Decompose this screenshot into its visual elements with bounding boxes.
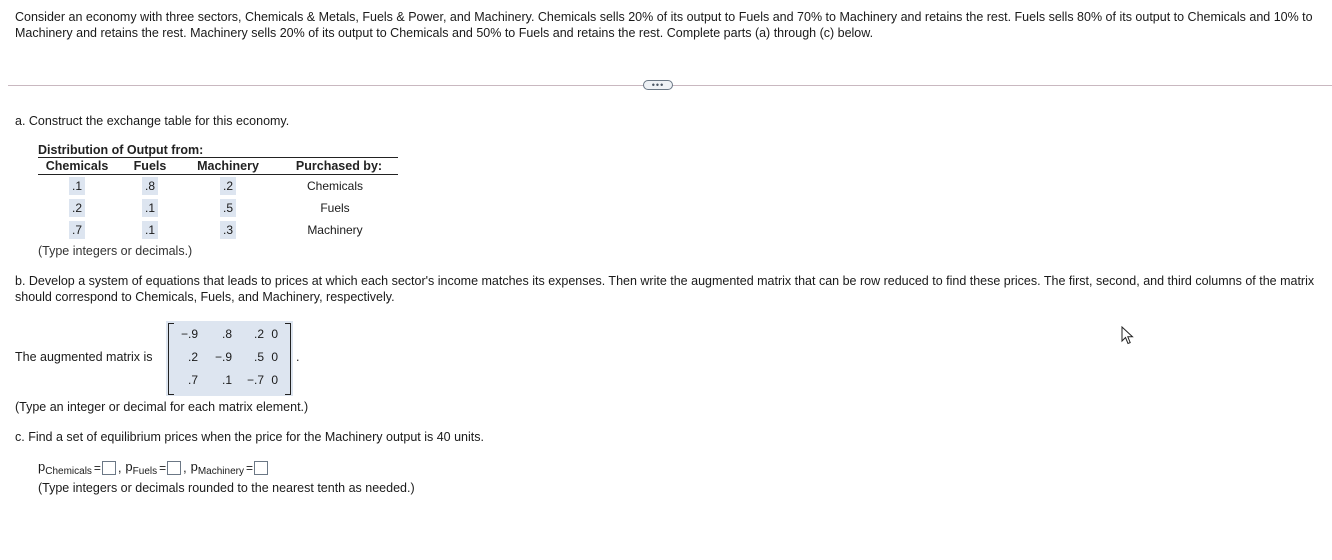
answer-cell[interactable]: .8: [141, 177, 158, 195]
purchased-by-label: Fuels: [320, 201, 350, 215]
answer-cell[interactable]: .3: [219, 221, 236, 239]
answer-cell[interactable]: .2: [68, 199, 85, 217]
matrix-row: .7 .1 −.7 0: [176, 373, 282, 389]
price-fuels-label: pFuels: [125, 459, 158, 477]
matrix-cell[interactable]: .2: [236, 327, 264, 341]
matrix-cell[interactable]: .5: [236, 350, 264, 364]
part-b-prompt: b. Develop a system of equations that le…: [15, 274, 1315, 304]
answer-cell[interactable]: .5: [219, 199, 236, 217]
right-bracket: [285, 323, 291, 395]
augmented-matrix-label: The augmented matrix is: [15, 350, 153, 364]
matrix-cell[interactable]: .1: [206, 373, 232, 387]
matrix-row: −.9 .8 .2 0: [176, 327, 282, 343]
price-answers: pChemicals = , pFuels = , pMachinery =: [38, 459, 268, 477]
matrix-cell[interactable]: .7: [176, 373, 198, 387]
header-purchased-by: Purchased by:: [272, 157, 398, 175]
header-machinery: Machinery: [184, 157, 272, 175]
answer-cell[interactable]: .1: [141, 199, 158, 217]
price-machinery-label: pMachinery: [190, 459, 244, 477]
problem-statement: Consider an economy with three sectors, …: [15, 10, 1313, 40]
price-fuels-input[interactable]: [167, 461, 182, 475]
matrix-cell[interactable]: 0: [268, 350, 278, 364]
answer-cell[interactable]: .1: [68, 177, 85, 195]
purchased-by-label: Chemicals: [306, 179, 363, 193]
equals-sign: =: [245, 461, 253, 475]
expand-more-button[interactable]: •••: [643, 80, 673, 90]
matrix-row: .2 −.9 .5 0: [176, 350, 282, 366]
matrix-cell[interactable]: .2: [176, 350, 198, 364]
price-machinery-input[interactable]: [254, 461, 268, 475]
matrix-period: .: [296, 350, 300, 364]
matrix-cell[interactable]: −.9: [206, 350, 232, 364]
part-a-hint: (Type integers or decimals.): [38, 244, 193, 258]
exchange-table: Distribution of Output from: Chemicals F…: [38, 143, 398, 241]
purchased-by-label: Machinery: [307, 223, 363, 237]
part-a-prompt: a. Construct the exchange table for this…: [15, 114, 290, 128]
answer-cell[interactable]: .1: [141, 221, 158, 239]
equals-sign: =: [93, 461, 101, 475]
part-c-hint: (Type integers or decimals rounded to th…: [38, 481, 415, 495]
header-fuels: Fuels: [116, 157, 184, 175]
equals-sign: =: [159, 461, 167, 475]
table-row: .2 .1 .5 Fuels: [38, 197, 398, 219]
mouse-pointer-icon: [1121, 325, 1135, 349]
matrix-cell[interactable]: .8: [206, 327, 232, 341]
price-chemicals-input[interactable]: [101, 461, 116, 475]
part-b-hint: (Type an integer or decimal for each mat…: [15, 400, 309, 414]
matrix-cell[interactable]: −.7: [236, 373, 264, 387]
table-row: .7 .1 .3 Machinery: [38, 219, 398, 241]
table-row: .1 .8 .2 Chemicals: [38, 175, 398, 198]
answer-cell[interactable]: .2: [219, 177, 236, 195]
comma: ,: [117, 461, 122, 475]
matrix-cell[interactable]: 0: [268, 327, 278, 341]
augmented-matrix[interactable]: −.9 .8 .2 0 .2 −.9 .5 0 .7 .1 −.7 0: [166, 321, 293, 396]
answer-cell[interactable]: .7: [68, 221, 85, 239]
table-title: Distribution of Output from:: [38, 143, 204, 157]
part-c-prompt: c. Find a set of equilibrium prices when…: [15, 430, 484, 444]
matrix-cell[interactable]: −.9: [176, 327, 198, 341]
comma: ,: [183, 461, 187, 475]
matrix-cell[interactable]: 0: [268, 373, 278, 387]
header-chemicals: Chemicals: [38, 157, 116, 175]
price-chemicals-label: pChemicals: [38, 459, 92, 477]
left-bracket: [168, 323, 174, 395]
